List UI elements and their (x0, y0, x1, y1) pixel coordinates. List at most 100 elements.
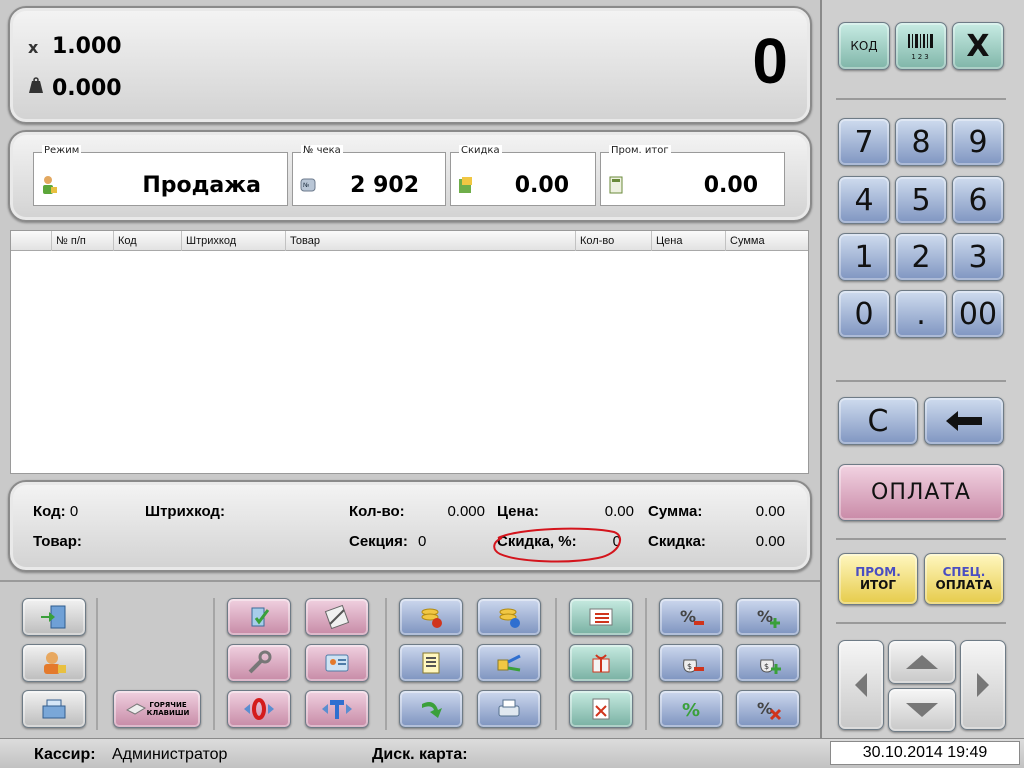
digit-5-key[interactable]: 5 (895, 176, 947, 224)
item-price-label: Цена: (497, 503, 539, 520)
return-button[interactable] (399, 690, 463, 728)
digit-2-key[interactable]: 2 (895, 233, 947, 281)
document-delete-icon (592, 698, 610, 720)
receipt-list-button[interactable] (569, 598, 633, 636)
receipt-discount-button[interactable]: % (659, 690, 723, 728)
col-sum[interactable]: Сумма (725, 231, 810, 251)
digit-9-key[interactable]: 9 (952, 118, 1004, 166)
cancel-receipt-button[interactable] (305, 598, 369, 636)
change-user-button[interactable] (22, 644, 86, 682)
digit-3-key[interactable]: 3 (952, 233, 1004, 281)
cancel-discount-button[interactable]: % (736, 690, 800, 728)
nav-up-key[interactable] (888, 640, 956, 684)
status-bar: Кассир: Администратор Диск. карта: 30.10… (0, 738, 1024, 768)
backspace-key[interactable] (924, 397, 1004, 445)
client-card-button[interactable] (305, 644, 369, 682)
col-barcode[interactable]: Штрихкод (181, 231, 285, 251)
receipt-items-table[interactable]: № п/п Код Штрихкод Товар Кол-во Цена Сум… (10, 230, 809, 474)
report-button[interactable] (399, 644, 463, 682)
col-quantity[interactable]: Кол-во (575, 231, 651, 251)
item-qty: Кол-во: 0.000 (349, 503, 485, 520)
discount-remove-button[interactable]: % (659, 598, 723, 636)
coins-plus-button[interactable] (477, 598, 541, 636)
coins-minus-button[interactable] (399, 598, 463, 636)
discount-add-button[interactable]: % (736, 598, 800, 636)
hotkeys-button[interactable]: ГОРЯЧИЕ КЛАВИШИ (113, 690, 201, 728)
discount-card-label: Диск. карта: (372, 746, 468, 763)
barcode-key-digits: 123 (911, 52, 931, 61)
exit-button[interactable] (22, 598, 86, 636)
digit-4-key[interactable]: 4 (838, 176, 890, 224)
item-sum: Сумма: 0.00 (648, 503, 785, 520)
col-code[interactable]: Код (113, 231, 181, 251)
gift-button[interactable] (569, 644, 633, 682)
exchange-button[interactable] (477, 644, 541, 682)
item-section-label: Секция: (349, 533, 408, 550)
nav-down-key[interactable] (888, 688, 956, 732)
mode-value: Продажа (142, 173, 261, 198)
digit-0-key[interactable]: 0 (838, 290, 890, 338)
settings-button[interactable] (227, 644, 291, 682)
payment-key[interactable]: ОПЛАТА (838, 464, 1004, 521)
item-product-label: Товар: (33, 533, 82, 550)
user-lock-icon (44, 652, 66, 674)
digit-7-key[interactable]: 7 (838, 118, 890, 166)
item-code-value: 0 (69, 503, 79, 520)
percent-cancel-icon: % (757, 699, 782, 721)
col-number[interactable]: № п/п (51, 231, 113, 251)
nav-left-key[interactable] (838, 640, 884, 730)
document-list-icon (422, 652, 440, 674)
svg-text:$: $ (687, 662, 692, 671)
item-discount: Скидка: 0.00 (648, 533, 785, 550)
money-bag-minus-icon: $ (683, 659, 704, 673)
subtotal-label: Пром. итог (609, 145, 671, 156)
barcode-key[interactable]: 123 (895, 22, 947, 70)
digit-1-key[interactable]: 1 (838, 233, 890, 281)
special-payment-key[interactable]: СПЕЦ. ОПЛАТА (924, 553, 1004, 605)
zero-arrows-icon (244, 698, 274, 720)
digit-6-key[interactable]: 6 (952, 176, 1004, 224)
delete-receipt-button[interactable] (569, 690, 633, 728)
money-discount-add-button[interactable]: $ (736, 644, 800, 682)
checkmark-cup-icon (251, 607, 270, 627)
button-group-separator-3 (385, 598, 387, 730)
subtotal-key[interactable]: ПРОМ. ИТОГ (838, 553, 918, 605)
money-discount-remove-button[interactable]: $ (659, 644, 723, 682)
item-qty-label: Кол-во: (349, 503, 405, 520)
hotkeys-label-line2: КЛАВИШИ (146, 709, 190, 717)
coins-plus-icon (499, 608, 520, 628)
nav-right-key[interactable] (960, 640, 1006, 730)
item-sum-label: Сумма: (648, 503, 703, 520)
id-card-icon (325, 654, 349, 672)
code-key[interactable]: КОД (838, 22, 890, 70)
digit-8-key[interactable]: 8 (895, 118, 947, 166)
item-product: Товар: (33, 533, 82, 550)
cancel-x-key[interactable]: X (952, 22, 1004, 70)
item-code: Код: 0 (33, 503, 78, 520)
mode-box: Режим Продажа (33, 145, 288, 206)
annotation-circle (493, 527, 622, 563)
decimal-point-key[interactable]: . (895, 290, 947, 338)
checklist-icon (589, 608, 613, 626)
arrow-up-icon (906, 655, 938, 669)
receipt-number-label: № чека (301, 145, 343, 156)
red-zero-button[interactable] (227, 690, 291, 728)
cash-register-button[interactable] (22, 690, 86, 728)
special-payment-line2: ОПЛАТА (935, 578, 993, 592)
check-item-button[interactable] (227, 598, 291, 636)
item-section-value: 0 (418, 533, 427, 550)
item-code-label: Код: (33, 503, 66, 520)
svg-text:%: % (757, 699, 773, 718)
printer-icon (498, 699, 520, 717)
double-zero-key[interactable]: 00 (952, 290, 1004, 338)
col-product[interactable]: Товар (285, 231, 575, 251)
hotkeys-label: ГОРЯЧИЕ КЛАВИШИ (147, 701, 190, 717)
col-price[interactable]: Цена (651, 231, 725, 251)
blue-t-button[interactable] (305, 690, 369, 728)
clear-key[interactable]: C (838, 397, 918, 445)
svg-text:%: % (680, 607, 696, 626)
subtotal-value: 0.00 (703, 173, 758, 198)
keypad-divider-2 (836, 380, 1006, 382)
receipt-number-value: 2 902 (350, 173, 419, 198)
print-button[interactable] (477, 690, 541, 728)
